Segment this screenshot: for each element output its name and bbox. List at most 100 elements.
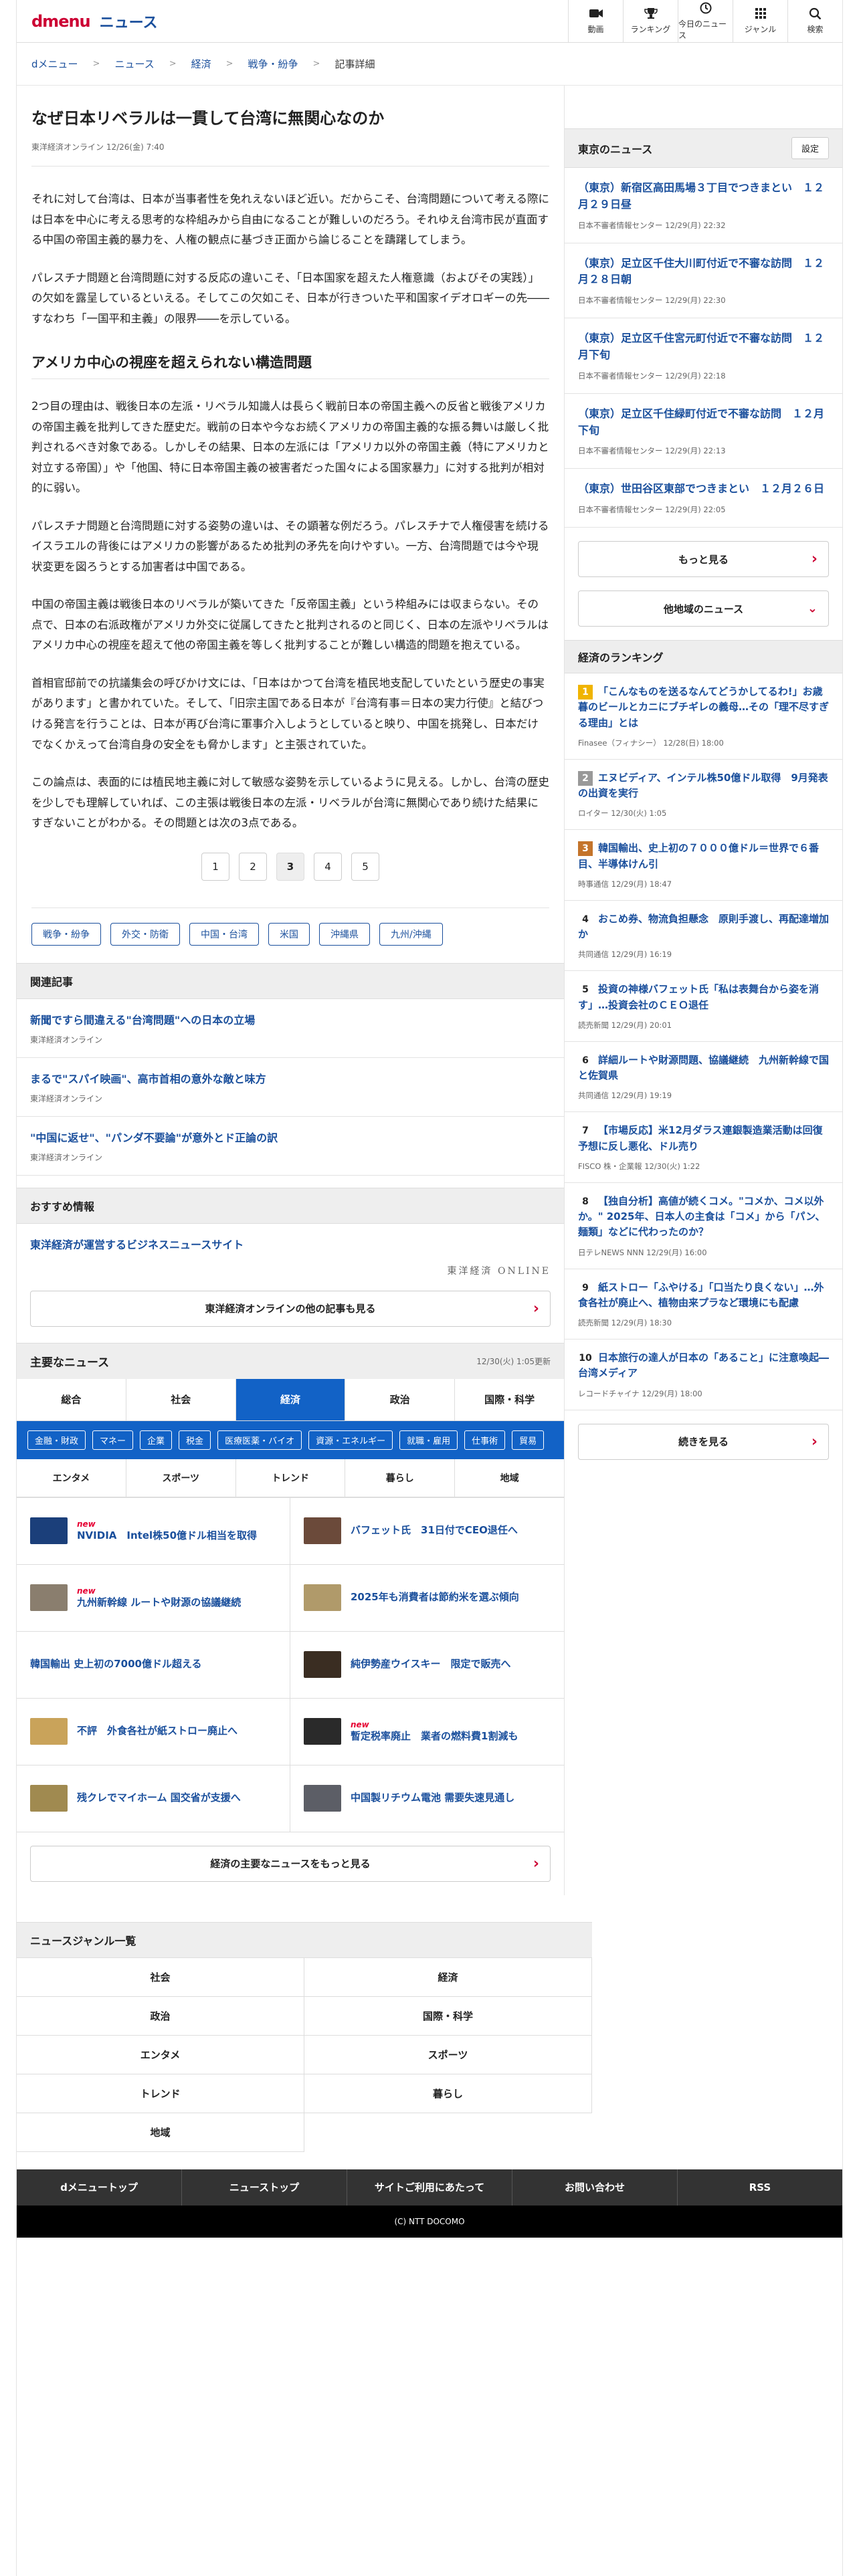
related-item[interactable]: まるで"スパイ映画"、高市首相の意外な敵と味方 東洋経済オンライン: [17, 1058, 564, 1117]
breadcrumb-economy[interactable]: 経済: [191, 57, 211, 71]
ranking-title: おこめ券、物流負担懸念 原則手渡し、再配達増加か: [578, 912, 830, 941]
ranking-item[interactable]: 1 「こんなものを送るなんてどうかしてるわ!」お歳暮のビールとカニにブチギレの義母…: [565, 673, 842, 760]
tokyo-news-item[interactable]: （東京）足立区千住大川町付近で不審な訪問 １２月２８日朝 日本不審者情報センター …: [565, 243, 842, 319]
rank-number: 10: [578, 1351, 593, 1366]
toyokeizai-more-button[interactable]: 東洋経済オンラインの他の記事も見る ›: [30, 1290, 551, 1327]
nav-ranking[interactable]: ランキング: [623, 0, 678, 43]
related-item[interactable]: "中国に返せ"、"パンダ不要論"が意外とド正論の訳 東洋経済オンライン: [17, 1117, 564, 1176]
nav-today[interactable]: 今日のニュース: [678, 0, 733, 43]
nav-video[interactable]: 動画: [568, 0, 623, 43]
settings-button[interactable]: 設定: [791, 137, 829, 159]
subtab-link[interactable]: マネー: [92, 1430, 134, 1450]
genre-link[interactable]: トレンド: [17, 2074, 304, 2113]
ranking-more-button[interactable]: 続きを見る ›: [578, 1423, 829, 1460]
genre-link[interactable]: 社会: [17, 1957, 304, 1997]
subtab-link[interactable]: 企業: [140, 1430, 173, 1450]
genre-link[interactable]: 暮らし: [304, 2074, 592, 2113]
page-2-button[interactable]: 2: [239, 852, 267, 881]
logo-dmenu: dmenu: [31, 11, 91, 31]
other-region-button[interactable]: 他地域のニュース ⌄: [578, 591, 829, 627]
news-item[interactable]: 2025年も消費者は節約米を選ぶ傾向: [290, 1565, 564, 1632]
news-item-text: 純伊勢産ウイスキー 限定で販売へ: [351, 1658, 511, 1671]
tokyo-news-item[interactable]: （東京）足立区千住宮元町付近で不審な訪問 １２月下旬 日本不審者情報センター 12…: [565, 318, 842, 394]
subtab-link[interactable]: 資源・エネルギー: [308, 1430, 393, 1450]
related-item[interactable]: 新聞ですら間違える"台湾問題"への日本の立場 東洋経済オンライン: [17, 999, 564, 1058]
economy-more-button[interactable]: 経済の主要なニュースをもっと見る ›: [30, 1845, 551, 1882]
genre-link[interactable]: エンタメ: [17, 2035, 304, 2074]
tag-link[interactable]: 戦争・紛争: [31, 922, 101, 946]
genre-link[interactable]: 政治: [17, 1996, 304, 2036]
ranking-item[interactable]: 3 韓国輸出、史上初の７０００億ドル＝世界で６番目、半導体けん引 時事通信 12/2…: [565, 830, 842, 901]
rank-number: 6: [578, 1053, 593, 1068]
ranking-item[interactable]: 9 紙ストロー「ふやける」「口当たり良くない」…外食各社が廃止へ、植物由来プラなど…: [565, 1269, 842, 1340]
genre-link[interactable]: スポーツ: [304, 2035, 592, 2074]
ranking-item[interactable]: 10 日本旅行の達人が日本の「あること」に注意喚起―台湾メディア レコードチャイナ …: [565, 1339, 842, 1410]
major-news-header: 主要なニュース 12/30(火) 1:05更新: [17, 1342, 564, 1379]
news-item[interactable]: 不評 外食各社が紙ストロー廃止へ: [17, 1698, 290, 1765]
page-5-button[interactable]: 5: [351, 852, 379, 881]
subtab-link[interactable]: 就職・雇用: [399, 1430, 458, 1450]
page-3-button[interactable]: 3: [276, 852, 304, 881]
page-4-button[interactable]: 4: [314, 852, 342, 881]
tab-economy[interactable]: 経済: [235, 1378, 346, 1420]
news-item-title: 韓国輸出 史上初の7000億ドル超える: [30, 1658, 202, 1671]
tag-link[interactable]: 九州/沖縄: [379, 922, 443, 946]
tag-link[interactable]: 中国・台湾: [189, 922, 259, 946]
genre-link[interactable]: 経済: [304, 1957, 592, 1997]
ranking-item[interactable]: 6 詳細ルートや財源問題、協議継続 九州新幹線で国と佐賀県 共同通信 12/29(月…: [565, 1042, 842, 1113]
news-item[interactable]: new NVIDIA Intel株50億ドル相当を取得: [17, 1497, 290, 1565]
tab-general[interactable]: 総合: [17, 1378, 126, 1420]
major-news-grid: new NVIDIA Intel株50億ドル相当を取得 バフェット氏 31日付でCE…: [17, 1497, 564, 1832]
page-1-button[interactable]: 1: [201, 852, 229, 881]
tag-link[interactable]: 外交・防衛: [110, 922, 180, 946]
ranking-item[interactable]: 4 おこめ券、物流負担懸念 原則手渡し、再配達増加か 共同通信 12/29(月) 1…: [565, 901, 842, 972]
news-item[interactable]: 韓国輸出 史上初の7000億ドル超える: [17, 1631, 290, 1699]
tag-link[interactable]: 米国: [268, 922, 310, 946]
nav-search[interactable]: 検索: [787, 0, 842, 43]
ranking-item[interactable]: 5 投資の神様バフェット氏「私は表舞台から姿を消す」…投資会社のＣＥＯ退任 読売新聞…: [565, 971, 842, 1042]
subtab-link[interactable]: 税金: [179, 1430, 211, 1450]
tab-region[interactable]: 地域: [455, 1459, 564, 1497]
tab-politics[interactable]: 政治: [345, 1378, 456, 1420]
tokyo-more-button[interactable]: もっと見る ›: [578, 541, 829, 578]
tab-living[interactable]: 暮らし: [345, 1459, 456, 1497]
footer-news-top[interactable]: ニューストップ: [182, 2169, 347, 2206]
news-item[interactable]: 中国製リチウム電池 需要失速見通し: [290, 1765, 564, 1832]
ranking-title: 韓国輸出、史上初の７０００億ドル＝世界で６番目、半導体けん引: [578, 842, 820, 870]
breadcrumb-war[interactable]: 戦争・紛争: [248, 57, 298, 71]
news-item[interactable]: バフェット氏 31日付でCEO退任へ: [290, 1498, 564, 1565]
subtab-link[interactable]: 医療医薬・バイオ: [217, 1430, 302, 1450]
tab-society[interactable]: 社会: [126, 1378, 236, 1420]
tab-international[interactable]: 国際・科学: [455, 1379, 564, 1420]
tokyo-news-item[interactable]: （東京）足立区千住緑町付近で不審な訪問 １２月下旬 日本不審者情報センター 12/…: [565, 394, 842, 469]
tab-sports[interactable]: スポーツ: [126, 1459, 236, 1497]
ranking-item[interactable]: 8 【独自分析】高値が続くコメ。"コメか、コメ以外か。" 2025年、日本人の主食…: [565, 1183, 842, 1269]
news-item[interactable]: new 暫定税率廃止 業者の燃料費1割減も: [290, 1699, 564, 1765]
footer-dmenu-top[interactable]: dメニュートップ: [17, 2169, 182, 2206]
nav-genre[interactable]: ジャンル: [733, 0, 787, 43]
news-item[interactable]: new 九州新幹線 ルートや財源の協議継続: [17, 1564, 290, 1632]
tokyo-news-item[interactable]: （東京）新宿区高田馬場３丁目でつきまとい １２月２９日昼 日本不審者情報センター …: [565, 168, 842, 243]
recommend-link[interactable]: 東洋経済が運営するビジネスニュースサイト: [17, 1224, 564, 1264]
subtab-link[interactable]: 仕事術: [464, 1430, 506, 1450]
subtab-link[interactable]: 金融・財政: [27, 1430, 86, 1450]
genre-link[interactable]: 地域: [17, 2113, 304, 2152]
tab-entertainment[interactable]: エンタメ: [17, 1459, 126, 1497]
tab-trend[interactable]: トレンド: [236, 1459, 346, 1497]
breadcrumb-dmenu[interactable]: dメニュー: [31, 57, 78, 71]
news-item[interactable]: 残クレでマイホーム 国交省が支援へ: [17, 1765, 290, 1832]
main-column: なぜ日本リベラルは一貫して台湾に無関心なのか 東洋経済オンライン 12/26(金…: [17, 86, 564, 1895]
footer-contact[interactable]: お問い合わせ: [512, 2169, 678, 2206]
subtab-link[interactable]: 貿易: [512, 1430, 545, 1450]
genre-link[interactable]: 国際・科学: [304, 1996, 592, 2036]
news-item[interactable]: 純伊勢産ウイスキー 限定で販売へ: [290, 1632, 564, 1699]
ranking-item[interactable]: 2 エヌビディア、インテル株50億ドル取得 9月発表の出資を実行 ロイター 12/3…: [565, 760, 842, 831]
tag-link[interactable]: 沖縄県: [319, 922, 370, 946]
ranking-item[interactable]: 7 【市場反応】米12月ダラス連銀製造業活動は回復予想に反し悪化、ドル売り FISC…: [565, 1112, 842, 1183]
site-logo[interactable]: dmenu ニュース: [31, 11, 158, 32]
footer-rss[interactable]: RSS: [678, 2169, 842, 2206]
news-item-title: 九州新幹線 ルートや財源の協議継続: [77, 1596, 242, 1609]
tokyo-news-item[interactable]: （東京）世田谷区東部でつきまとい １２月２６日 日本不審者情報センター 12/29…: [565, 469, 842, 528]
footer-terms[interactable]: サイトご利用にあたって: [347, 2169, 512, 2206]
breadcrumb-news[interactable]: ニュース: [114, 57, 154, 71]
